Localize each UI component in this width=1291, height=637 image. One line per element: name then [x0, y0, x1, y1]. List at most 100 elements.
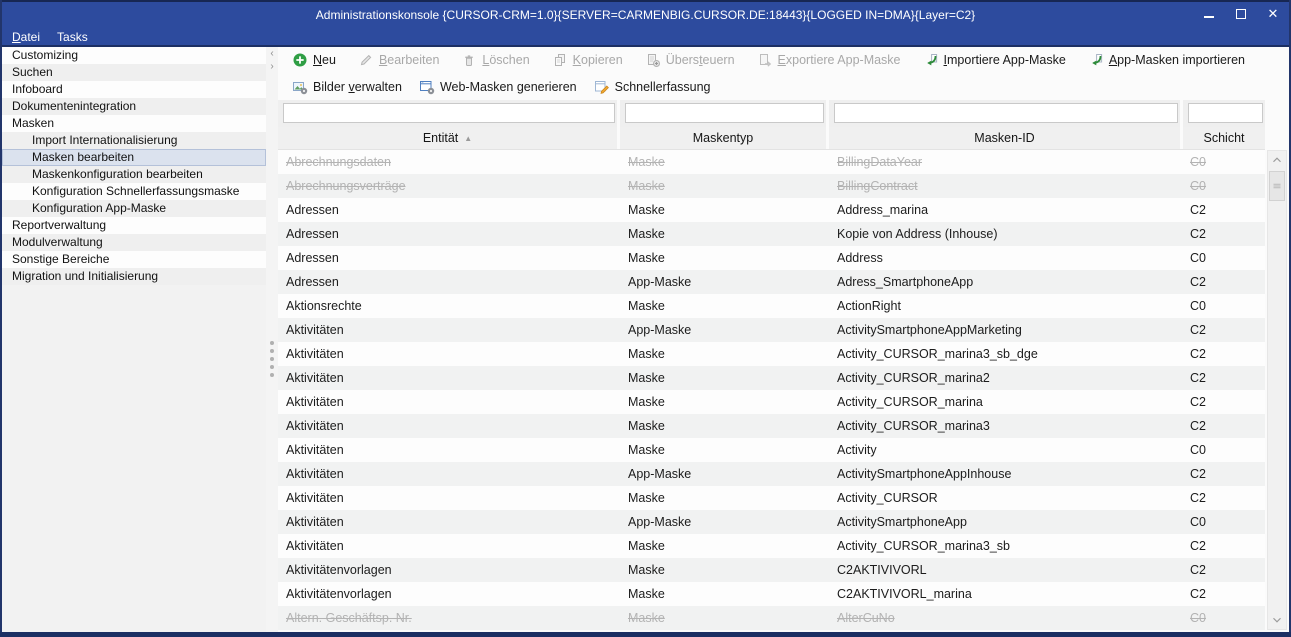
sidebar-item-infoboard[interactable]: Infoboard	[2, 81, 266, 98]
toolbar-button-bilder-verwalten[interactable]: Bilder verwalten	[292, 79, 402, 95]
scrollbar-thumb[interactable]	[1269, 171, 1285, 201]
table-row[interactable]: AktivitätenMaskeActivityC0	[278, 438, 1265, 462]
maximize-button[interactable]	[1233, 6, 1249, 22]
table-row[interactable]: AdressenMaskeAddress_marinaC2	[278, 198, 1265, 222]
splitter-grip-icon	[270, 337, 274, 381]
toolbar-button-label: Bearbeiten	[379, 53, 439, 67]
scroll-up-button[interactable]	[1268, 151, 1286, 169]
filter-input-masken-id[interactable]	[834, 103, 1178, 123]
table-row[interactable]: AbrechnungsverträgeMaskeBillingContractC…	[278, 174, 1265, 198]
toolbar-button-label: Löschen	[482, 53, 529, 67]
cell-maskentyp: Maske	[620, 150, 829, 174]
cell-schicht: C2	[1183, 270, 1265, 294]
table-row[interactable]: AbrechnungsdatenMaskeBillingDataYearC0	[278, 150, 1265, 174]
table-row[interactable]: AktivitätenMaskeActivity_CURSOR_marina3C…	[278, 414, 1265, 438]
toolbar-primary: Neu Bearbeiten Löschen Kopieren Übersteuern E…	[278, 47, 1289, 73]
filter-input-maskentyp[interactable]	[625, 103, 824, 123]
column-header-entität[interactable]: Entität▲	[278, 127, 620, 149]
sidebar-item-modulverwaltung[interactable]: Modulverwaltung	[2, 234, 266, 251]
toolbar-button-neu[interactable]: Neu	[292, 52, 336, 68]
filter-input-schicht[interactable]	[1188, 103, 1263, 123]
cell-entitaet: Aktionsrechte	[278, 294, 620, 318]
chevron-up-icon	[1270, 153, 1284, 167]
table-row[interactable]: AktivitätenvorlagenMaskeC2AKTIVIVORL_mar…	[278, 582, 1265, 606]
toolbar-button-importiere-app-maske[interactable]: Importiere App-Maske	[923, 52, 1066, 68]
table-row[interactable]: AdressenMaskeAddressC0	[278, 246, 1265, 270]
table-row[interactable]: AktivitätenApp-MaskeActivitySmartphoneAp…	[278, 318, 1265, 342]
copy-icon	[552, 52, 568, 68]
sidebar-item-masken-bearbeiten[interactable]: Masken bearbeiten	[2, 149, 266, 166]
cell-masken_id: Activity_CURSOR_marina3_sb_dge	[829, 342, 1183, 366]
toolbar-button-kopieren[interactable]: Kopieren	[552, 52, 623, 68]
sidebar-item-customizing[interactable]: Customizing	[2, 47, 266, 64]
cell-maskentyp: Maske	[620, 342, 829, 366]
toolbar-button-löschen[interactable]: Löschen	[461, 52, 529, 68]
cell-entitaet: Aktivitätenvorlagen	[278, 582, 620, 606]
scroll-down-button[interactable]	[1268, 611, 1286, 629]
toolbar-button-übersteuern[interactable]: Übersteuern	[645, 52, 735, 68]
table-row[interactable]: AktivitätenMaskeActivity_CURSOR_marinaC2	[278, 390, 1265, 414]
cell-entitaet: Abrechnungsdaten	[278, 150, 620, 174]
toolbar-button-exportiere-app-maske[interactable]: Exportiere App-Maske	[757, 52, 901, 68]
toolbar-button-schnellerfassung[interactable]: Schnellerfassung	[594, 79, 711, 95]
export-icon	[757, 52, 773, 68]
minimize-button[interactable]	[1201, 6, 1217, 22]
table-row[interactable]: AdressenApp-MaskeAdress_SmartphoneAppC2	[278, 270, 1265, 294]
close-icon: ✕	[1268, 6, 1279, 22]
sidebar-item-suchen[interactable]: Suchen	[2, 64, 266, 81]
edit-icon	[358, 52, 374, 68]
sidebar-item-reportverwaltung[interactable]: Reportverwaltung	[2, 217, 266, 234]
sidebar-item-maskenkonfiguration-bearbeiten[interactable]: Maskenkonfiguration bearbeiten	[2, 166, 266, 183]
splitter-collapse-icon[interactable]: ‹	[266, 47, 278, 60]
toolbar-button-app-masken-importieren[interactable]: App-Masken importieren	[1088, 52, 1245, 68]
cell-entitaet: Aktivitäten	[278, 486, 620, 510]
column-header-label: Entität	[423, 131, 458, 145]
table-row[interactable]: AktivitätenvorlagenMaskeC2AKTIVIVORLC2	[278, 558, 1265, 582]
cell-maskentyp: Maske	[620, 222, 829, 246]
toolbar-button-bearbeiten[interactable]: Bearbeiten	[358, 52, 439, 68]
menu-item-datei[interactable]: Datei	[10, 30, 49, 44]
close-button[interactable]: ✕	[1265, 6, 1281, 22]
app-window: Administrationskonsole {CURSOR-CRM=1.0}{…	[0, 0, 1291, 637]
cell-entitaet: Altern. Geschäftsp. Nr.	[278, 606, 620, 630]
filter-cell	[620, 100, 829, 127]
sidebar-item-konfiguration-schnellerfassungsmaske[interactable]: Konfiguration Schnellerfassungsmaske	[2, 183, 266, 200]
sidebar-splitter[interactable]: ‹ ›	[266, 47, 278, 632]
sidebar-item-konfiguration-app-maske[interactable]: Konfiguration App-Maske	[2, 200, 266, 217]
sidebar-item-masken[interactable]: Masken	[2, 115, 266, 132]
window-border-bottom[interactable]	[0, 632, 1291, 637]
filter-cell	[829, 100, 1183, 127]
cell-masken_id: C2AKTIVIVORL	[829, 558, 1183, 582]
column-header-masken-id[interactable]: Masken-ID	[829, 127, 1183, 149]
add-icon	[292, 52, 308, 68]
column-header-maskentyp[interactable]: Maskentyp	[620, 127, 829, 149]
filter-input-entität[interactable]	[283, 103, 615, 123]
vertical-scrollbar[interactable]	[1267, 150, 1287, 630]
cell-masken_id: Kopie von Address (Inhouse)	[829, 222, 1183, 246]
table-row[interactable]: Altern. Geschäftsp. Nr.MaskeAlterCuNoC0	[278, 606, 1265, 630]
table-row[interactable]: AktivitätenApp-MaskeActivitySmartphoneAp…	[278, 462, 1265, 486]
table-row[interactable]: AktionsrechteMaskeActionRightC0	[278, 294, 1265, 318]
menu-item-tasks[interactable]: Tasks	[55, 30, 97, 44]
column-header-schicht[interactable]: Schicht	[1183, 127, 1265, 149]
splitter-expand-icon[interactable]: ›	[266, 60, 278, 73]
toolbar-secondary: Bilder verwalten Web-Masken generieren Sch…	[278, 73, 1289, 100]
toolbar-button-web-masken-generieren[interactable]: Web-Masken generieren	[419, 79, 577, 95]
cell-entitaet: Aktivitäten	[278, 318, 620, 342]
cell-masken_id: ActivitySmartphoneAppInhouse	[829, 462, 1183, 486]
table-row[interactable]: AktivitätenMaskeActivity_CURSOR_marina3_…	[278, 534, 1265, 558]
cell-maskentyp: App-Maske	[620, 318, 829, 342]
cell-maskentyp: App-Maske	[620, 510, 829, 534]
sidebar-item-import-internationalisierung[interactable]: Import Internationalisierung	[2, 132, 266, 149]
sidebar-item-sonstige-bereiche[interactable]: Sonstige Bereiche	[2, 251, 266, 268]
cell-maskentyp: Maske	[620, 414, 829, 438]
cell-schicht: C2	[1183, 558, 1265, 582]
sidebar-item-migration-und-initialisierung[interactable]: Migration und Initialisierung	[2, 268, 266, 285]
window-border-left[interactable]	[0, 0, 2, 637]
sidebar-item-dokumentenintegration[interactable]: Dokumentenintegration	[2, 98, 266, 115]
table-row[interactable]: AdressenMaskeKopie von Address (Inhouse)…	[278, 222, 1265, 246]
table-row[interactable]: AktivitätenMaskeActivity_CURSOR_marina2C…	[278, 366, 1265, 390]
table-row[interactable]: AktivitätenMaskeActivity_CURSORC2	[278, 486, 1265, 510]
table-row[interactable]: AktivitätenMaskeActivity_CURSOR_marina3_…	[278, 342, 1265, 366]
table-row[interactable]: AktivitätenApp-MaskeActivitySmartphoneAp…	[278, 510, 1265, 534]
